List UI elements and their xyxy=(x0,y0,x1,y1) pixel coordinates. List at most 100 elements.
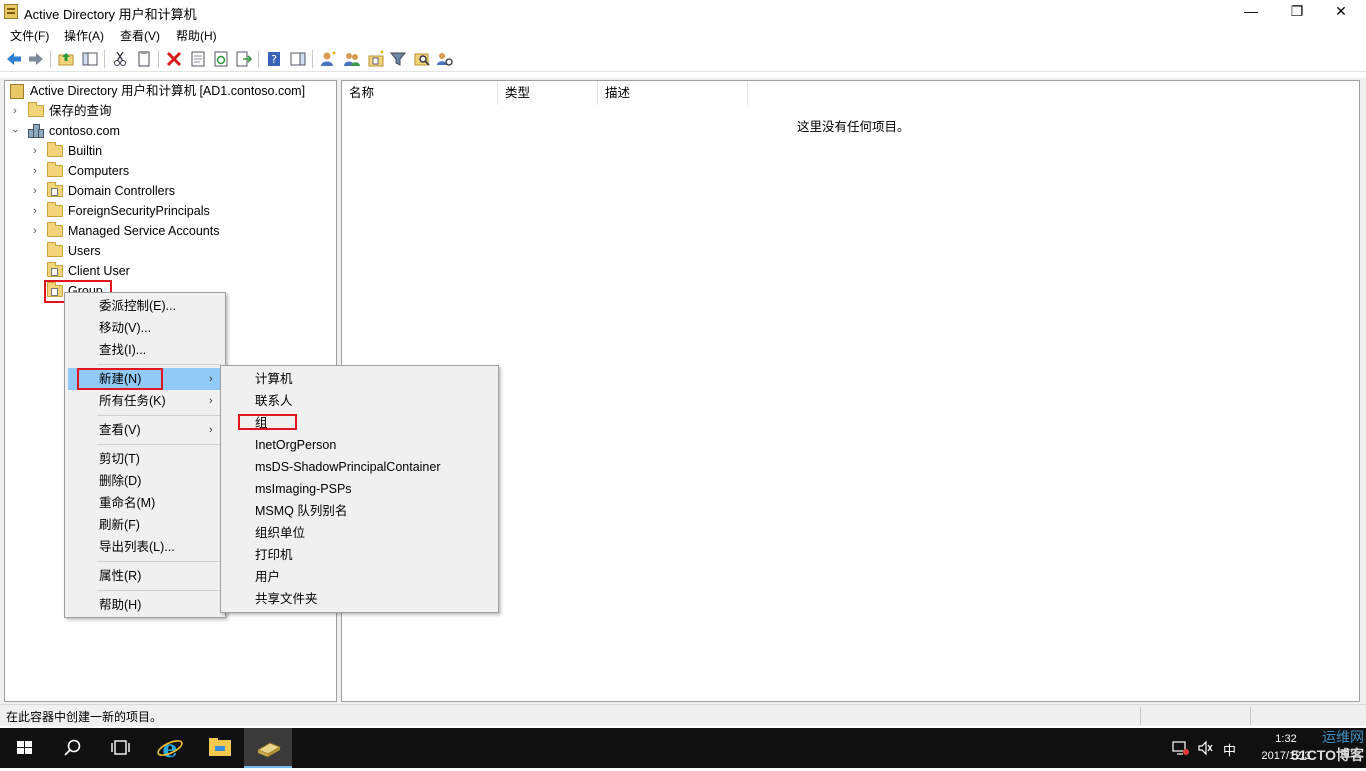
find-icon[interactable] xyxy=(413,50,431,68)
chevron-right-icon: › xyxy=(209,424,213,436)
chevron-right-icon[interactable]: › xyxy=(30,141,40,161)
menu-item-properties[interactable]: 属性(R) xyxy=(99,565,141,587)
toolbar-separator xyxy=(50,50,51,68)
ime-indicator[interactable]: 中 xyxy=(1223,740,1236,759)
help-icon[interactable]: ? xyxy=(265,50,283,68)
menu-action[interactable]: 操作(A) xyxy=(64,27,104,44)
folder-icon xyxy=(47,242,63,257)
context-menu: 委派控制(E)... 移动(V)... 查找(I)... 新建(N) › 所有任… xyxy=(64,292,226,618)
menu-file[interactable]: 文件(F) xyxy=(10,27,49,44)
show-action-pane-icon[interactable] xyxy=(289,50,307,68)
new-user-icon[interactable] xyxy=(319,50,337,68)
new-ou-icon[interactable] xyxy=(367,50,385,68)
tree-root-label: Active Directory 用户和计算机 [AD1.contoso.com… xyxy=(30,84,306,98)
ad-users-computers-taskbar-button[interactable] xyxy=(244,728,292,768)
folder-icon xyxy=(47,222,63,237)
internet-explorer-icon[interactable]: e xyxy=(146,728,194,768)
chevron-right-icon[interactable]: › xyxy=(30,161,40,181)
add-to-group-icon[interactable] xyxy=(436,50,454,68)
folder-icon xyxy=(28,102,44,117)
search-icon[interactable] xyxy=(48,728,96,768)
chevron-right-icon[interactable]: › xyxy=(10,101,20,121)
column-type[interactable]: 类型 xyxy=(498,81,598,105)
folder-icon xyxy=(47,202,63,217)
ou-folder-icon xyxy=(47,262,63,277)
delete-icon[interactable] xyxy=(165,50,183,68)
network-icon[interactable] xyxy=(1172,740,1190,756)
filter-icon[interactable] xyxy=(389,50,407,68)
column-name[interactable]: 名称 xyxy=(342,81,498,105)
properties-icon[interactable] xyxy=(189,50,207,68)
status-divider xyxy=(1140,707,1141,725)
ou-folder-icon xyxy=(47,182,63,197)
tree-item-label: Builtin xyxy=(68,144,103,158)
status-text: 在此容器中创建一新的项目。 xyxy=(6,710,163,724)
column-description[interactable]: 描述 xyxy=(598,81,748,105)
menu-item-find[interactable]: 查找(I)... xyxy=(99,339,146,361)
tree-item-label: Users xyxy=(68,244,101,258)
tree-item-label: contoso.com xyxy=(49,124,120,138)
menu-item-rename[interactable]: 重命名(M) xyxy=(99,492,155,514)
menu-item-cut[interactable]: 剪切(T) xyxy=(99,448,140,470)
window-title: Active Directory 用户和计算机 xyxy=(24,7,197,22)
chevron-right-icon[interactable]: › xyxy=(30,221,40,241)
new-user-item[interactable]: 用户 xyxy=(255,566,280,588)
svg-text:e: e xyxy=(162,734,177,763)
menu-separator xyxy=(97,364,221,365)
new-shadow-principal-container-item[interactable]: msDS-ShadowPrincipalContainer xyxy=(255,456,441,478)
menu-help[interactable]: 帮助(H) xyxy=(176,27,217,44)
new-msimaging-psps-item[interactable]: msImaging-PSPs xyxy=(255,478,352,500)
forward-arrow-icon[interactable] xyxy=(27,50,45,68)
export-list-icon[interactable] xyxy=(235,50,253,68)
toolbar-separator xyxy=(104,50,105,68)
new-group-icon[interactable] xyxy=(343,50,361,68)
watermark: 运维网 51CTO博客 xyxy=(1268,729,1364,767)
menu-item-view[interactable]: 查看(V) xyxy=(99,419,141,441)
new-computer-item[interactable]: 计算机 xyxy=(255,368,293,390)
restore-button[interactable]: ❐ xyxy=(1274,0,1320,24)
task-view-icon[interactable] xyxy=(96,728,144,768)
menu-item-all-tasks[interactable]: 所有任务(K) xyxy=(99,390,166,412)
status-bar: 在此容器中创建一新的项目。 xyxy=(0,704,1366,726)
up-folder-icon[interactable] xyxy=(57,50,75,68)
volume-icon[interactable] xyxy=(1197,740,1215,756)
file-explorer-icon[interactable] xyxy=(196,728,244,768)
status-divider xyxy=(1250,707,1251,725)
menu-item-export-list[interactable]: 导出列表(L)... xyxy=(99,536,175,558)
chevron-right-icon[interactable]: › xyxy=(30,201,40,221)
new-highlight-box xyxy=(77,368,163,390)
taskbar: e 中 1:32 2017/12/3 运维网 51CTO博客 xyxy=(0,728,1366,768)
minimize-button[interactable]: — xyxy=(1228,0,1274,24)
new-shared-folder-item[interactable]: 共享文件夹 xyxy=(255,588,318,610)
back-arrow-icon[interactable] xyxy=(5,50,23,68)
new-printer-item[interactable]: 打印机 xyxy=(255,544,293,566)
refresh-icon[interactable] xyxy=(212,50,230,68)
toolbar: ? xyxy=(0,46,1366,72)
new-inetorgperson-item[interactable]: InetOrgPerson xyxy=(255,434,336,456)
menu-item-refresh[interactable]: 刷新(F) xyxy=(99,514,140,536)
cut-icon[interactable] xyxy=(111,50,129,68)
start-icon[interactable] xyxy=(0,728,48,768)
toolbar-separator xyxy=(158,50,159,68)
menu-separator xyxy=(97,444,221,445)
show-console-tree-icon[interactable] xyxy=(81,50,99,68)
new-ou-item[interactable]: 组织单位 xyxy=(255,522,305,544)
scrollbar[interactable] xyxy=(1360,80,1366,702)
menu-item-delete[interactable]: 删除(D) xyxy=(99,470,141,492)
new-contact-item[interactable]: 联系人 xyxy=(255,390,293,412)
title-bar: Active Directory 用户和计算机 — ❐ ✕ xyxy=(0,0,1366,24)
tree-item-label: 保存的查询 xyxy=(49,104,112,118)
new-msmq-queue-alias-item[interactable]: MSMQ 队列别名 xyxy=(255,500,347,522)
menu-item-move[interactable]: 移动(V)... xyxy=(99,317,151,339)
empty-list-message: 这里没有任何项目。 xyxy=(797,120,910,134)
menu-item-delegate-control[interactable]: 委派控制(E)... xyxy=(99,295,176,317)
column-header: 名称 类型 描述 xyxy=(342,81,1359,105)
close-button[interactable]: ✕ xyxy=(1318,0,1364,24)
menu-separator xyxy=(97,415,221,416)
menu-view[interactable]: 查看(V) xyxy=(120,27,160,44)
chevron-right-icon[interactable]: › xyxy=(30,181,40,201)
menu-item-help[interactable]: 帮助(H) xyxy=(99,594,141,616)
copy-icon[interactable] xyxy=(135,50,153,68)
tree-item-label: Managed Service Accounts xyxy=(68,224,220,238)
chevron-down-icon[interactable]: › xyxy=(5,126,25,136)
